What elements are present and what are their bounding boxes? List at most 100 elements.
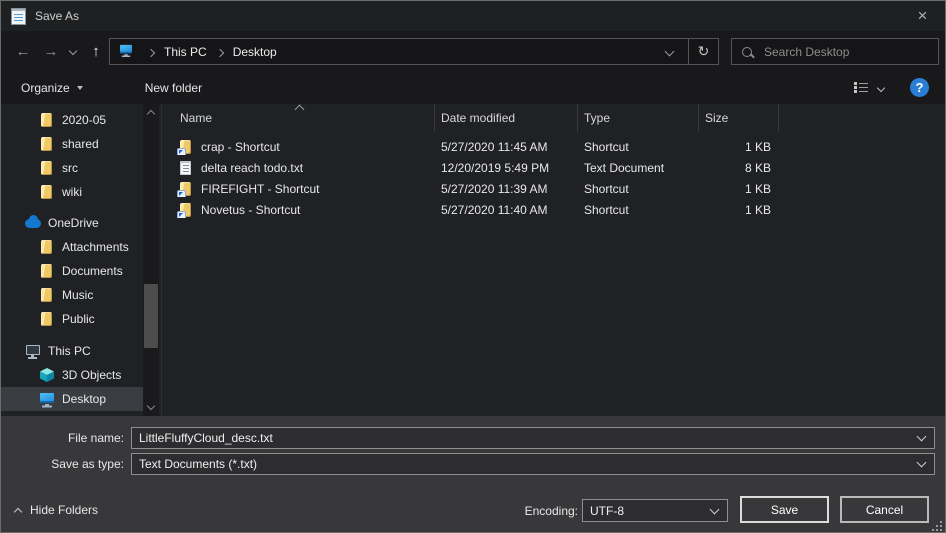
save-label: Save	[771, 503, 798, 517]
scroll-up-icon[interactable]	[147, 110, 155, 118]
save-as-type-label: Save as type:	[1, 457, 124, 471]
hide-folders-button[interactable]: Hide Folders	[15, 503, 98, 517]
file-date-modified: 12/20/2019 5:49 PM	[435, 161, 578, 175]
breadcrumb-item-desktop[interactable]: Desktop	[231, 45, 279, 59]
sidebar-item-documents[interactable]: Documents	[1, 259, 143, 283]
column-header-size[interactable]: Size	[699, 104, 779, 132]
encoding-value: UTF-8	[590, 504, 624, 518]
3d-objects-icon	[39, 367, 55, 383]
folder-icon	[39, 263, 55, 279]
file-name-input[interactable]	[139, 431, 908, 445]
chevron-up-icon	[14, 507, 22, 515]
breadcrumb-chevron-icon[interactable]	[215, 48, 223, 56]
sidebar-item-this-pc[interactable]: This PC	[1, 339, 143, 363]
save-panel: File name: Save as type: Text Documents …	[1, 416, 945, 533]
recent-locations-button[interactable]	[64, 39, 82, 63]
file-name-label: File name:	[1, 431, 124, 445]
save-as-dialog: Save As This PC Desktop Organize New fold…	[0, 0, 946, 533]
column-headers: NameDate modifiedTypeSize	[162, 104, 945, 132]
cancel-button[interactable]: Cancel	[840, 496, 929, 523]
address-bar[interactable]: This PC Desktop	[109, 38, 689, 65]
breadcrumb-chevron-icon[interactable]	[147, 48, 155, 56]
close-icon[interactable]	[900, 1, 945, 31]
file-name: crap - Shortcut	[201, 140, 280, 154]
column-header-date-modified[interactable]: Date modified	[435, 104, 578, 132]
dropdown-arrow-icon	[77, 86, 83, 90]
file-size: 1 KB	[699, 203, 779, 217]
file-row-delta-reach-todo-txt[interactable]: delta reach todo.txt 12/20/2019 5:49 PMTe…	[162, 157, 945, 178]
shortcut-arrow-icon	[178, 212, 185, 218]
new-folder-button[interactable]: New folder	[135, 71, 212, 104]
sidebar-item-label: This PC	[48, 344, 91, 358]
file-row-firefight-shortcut[interactable]: FIREFIGHT - Shortcut5/27/2020 11:39 AMSh…	[162, 178, 945, 199]
file-type: Text Document	[578, 161, 699, 175]
encoding-label: Encoding:	[501, 504, 578, 518]
sidebar-item-public[interactable]: Public	[1, 307, 143, 331]
column-header-type[interactable]: Type	[578, 104, 699, 132]
breadcrumb: This PC Desktop	[140, 45, 279, 59]
scroll-down-icon[interactable]	[147, 402, 155, 410]
scrollbar-thumb[interactable]	[144, 284, 158, 348]
address-dropdown-button[interactable]	[656, 48, 682, 55]
chevron-down-icon[interactable]	[710, 504, 720, 514]
sidebar-item-label: 2020-05	[62, 113, 106, 127]
chevron-down-icon	[69, 47, 77, 55]
folder-icon	[39, 311, 55, 327]
this-pc-icon	[119, 43, 133, 57]
titlebar: Save As	[1, 1, 945, 31]
desktop-icon	[39, 391, 55, 407]
file-row-novetus-shortcut[interactable]: Novetus - Shortcut5/27/2020 11:40 AMShor…	[162, 199, 945, 220]
folder-icon	[39, 287, 55, 303]
up-button[interactable]	[83, 39, 109, 63]
sidebar-item-attachments[interactable]: Attachments	[1, 235, 143, 259]
resize-grip[interactable]	[940, 529, 942, 531]
organize-button[interactable]: Organize	[11, 71, 93, 104]
save-button[interactable]: Save	[740, 496, 829, 523]
back-button[interactable]	[9, 39, 37, 63]
encoding-combobox[interactable]: UTF-8	[582, 499, 728, 522]
search-input[interactable]	[762, 44, 928, 60]
sidebar-item-label: Desktop	[62, 392, 106, 406]
sidebar-item-label: OneDrive	[48, 216, 99, 230]
dialog-footer: Hide Folders Encoding: UTF-8 Save Cancel	[1, 495, 945, 525]
search-icon	[742, 47, 752, 57]
sidebar-item-wiki[interactable]: wiki	[1, 180, 143, 204]
sidebar-item-shared[interactable]: shared	[1, 132, 143, 156]
sidebar-item-2020-05[interactable]: 2020-05	[1, 108, 143, 132]
sidebar-item-desktop[interactable]: Desktop	[1, 387, 143, 411]
file-type: Shortcut	[578, 140, 699, 154]
sidebar-item-src[interactable]: src	[1, 156, 143, 180]
file-row-crap-shortcut[interactable]: crap - Shortcut5/27/2020 11:45 AMShortcu…	[162, 136, 945, 157]
file-name-combobox[interactable]	[131, 427, 935, 449]
sidebar-item-label: Attachments	[62, 240, 129, 254]
sidebar-item-onedrive[interactable]: OneDrive	[1, 211, 143, 235]
text-document-icon	[178, 160, 194, 176]
chevron-down-icon[interactable]	[917, 458, 927, 468]
forward-button[interactable]	[37, 39, 65, 63]
sidebar-item-label: Documents	[62, 264, 123, 278]
navigation-pane: 2020-05 shared srcwiki OneDrive Attachments D…	[1, 104, 143, 416]
save-as-type-combobox[interactable]: Text Documents (*.txt)	[131, 453, 935, 475]
sidebar-item-3d-objects[interactable]: 3D Objects	[1, 363, 143, 387]
this-pc-icon	[25, 343, 41, 359]
sidebar-item-label: Public	[62, 312, 95, 326]
organize-label: Organize	[21, 81, 70, 95]
chevron-down-icon	[664, 47, 674, 57]
breadcrumb-item-this-pc[interactable]: This PC	[162, 45, 209, 59]
help-icon[interactable]	[910, 78, 929, 97]
folder-icon	[39, 136, 55, 152]
column-header-filler	[779, 104, 945, 132]
file-name: Novetus - Shortcut	[201, 203, 300, 217]
sidebar-item-label: 3D Objects	[62, 368, 121, 382]
sidebar-item-label: shared	[62, 137, 99, 151]
views-dropdown-icon[interactable]	[877, 83, 885, 91]
refresh-button[interactable]	[688, 38, 719, 65]
sidebar-scrollbar[interactable]	[143, 104, 159, 416]
chevron-down-icon[interactable]	[917, 432, 927, 442]
shortcut-arrow-icon	[178, 191, 185, 197]
details-view-icon[interactable]	[854, 82, 868, 94]
sidebar-item-music[interactable]: Music	[1, 283, 143, 307]
file-name: delta reach todo.txt	[201, 161, 303, 175]
file-size: 1 KB	[699, 182, 779, 196]
search-box[interactable]	[731, 38, 939, 65]
